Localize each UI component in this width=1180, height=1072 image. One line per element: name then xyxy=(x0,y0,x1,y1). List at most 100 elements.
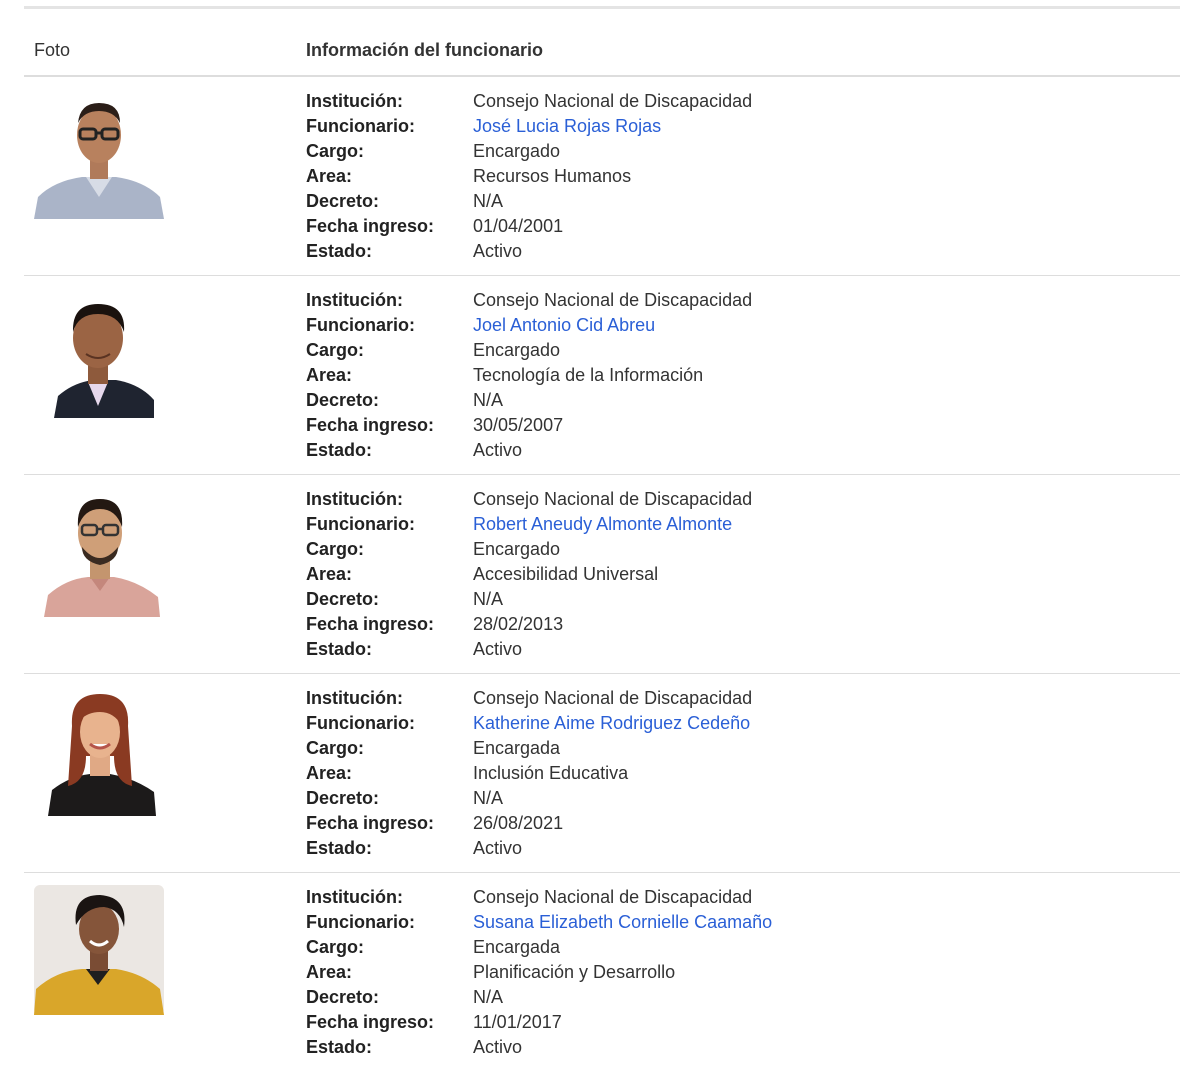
cargo-value: Encargado xyxy=(473,141,561,161)
area-label: Area: xyxy=(306,962,353,982)
staff-table-body: Institución: Consejo Nacional de Discapac… xyxy=(24,77,1180,1072)
fecha-ingreso-line: Fecha ingreso: 30/05/2007 xyxy=(306,413,752,438)
estado-label: Estado: xyxy=(306,241,373,261)
area-label: Area: xyxy=(306,763,353,783)
decreto-line: Decreto: N/A xyxy=(306,786,752,811)
staff-info: Institución: Consejo Nacional de Discapac… xyxy=(306,288,752,463)
cargo-label: Cargo: xyxy=(306,738,364,758)
estado-label: Estado: xyxy=(306,639,373,659)
institucion-line: Institución: Consejo Nacional de Discapac… xyxy=(306,686,752,711)
institucion-value: Consejo Nacional de Discapacidad xyxy=(473,887,753,907)
estado-value: Activo xyxy=(473,838,523,858)
funcionario-link[interactable]: Robert Aneudy Almonte Almonte xyxy=(473,514,732,534)
funcionario-line: Funcionario: Joel Antonio Cid Abreu xyxy=(306,313,752,338)
fecha-ingreso-label: Fecha ingreso: xyxy=(306,1012,435,1032)
table-row: Institución: Consejo Nacional de Discapac… xyxy=(24,674,1180,873)
fecha-ingreso-label: Fecha ingreso: xyxy=(306,216,435,236)
funcionario-link[interactable]: Susana Elizabeth Cornielle Caamaño xyxy=(473,912,772,932)
cargo-label: Cargo: xyxy=(306,937,364,957)
institucion-label: Institución: xyxy=(306,688,403,708)
area-line: Area: Planificación y Desarrollo xyxy=(306,960,772,985)
fecha-ingreso-label: Fecha ingreso: xyxy=(306,614,435,634)
header-info: Información del funcionario xyxy=(306,40,544,60)
staff-photo xyxy=(34,89,164,219)
area-line: Area: Tecnología de la Información xyxy=(306,363,752,388)
area-line: Area: Accesibilidad Universal xyxy=(306,562,752,587)
decreto-label: Decreto: xyxy=(306,987,380,1007)
area-label: Area: xyxy=(306,564,353,584)
decreto-value: N/A xyxy=(473,987,504,1007)
decreto-label: Decreto: xyxy=(306,589,380,609)
cargo-value: Encargada xyxy=(473,937,561,957)
cargo-line: Cargo: Encargada xyxy=(306,935,772,960)
institucion-label: Institución: xyxy=(306,290,403,310)
cargo-label: Cargo: xyxy=(306,539,364,559)
institucion-value: Consejo Nacional de Discapacidad xyxy=(473,290,753,310)
cargo-label: Cargo: xyxy=(306,141,364,161)
institucion-line: Institución: Consejo Nacional de Discapac… xyxy=(306,288,752,313)
table-row: Institución: Consejo Nacional de Discapac… xyxy=(24,276,1180,475)
staff-info: Institución: Consejo Nacional de Discapac… xyxy=(306,89,752,264)
estado-line: Estado: Activo xyxy=(306,1035,772,1060)
institucion-line: Institución: Consejo Nacional de Discapac… xyxy=(306,885,772,910)
staff-photo xyxy=(34,487,164,617)
area-line: Area: Recursos Humanos xyxy=(306,164,752,189)
institucion-label: Institución: xyxy=(306,91,403,111)
decreto-value: N/A xyxy=(473,390,504,410)
area-value: Planificación y Desarrollo xyxy=(473,962,676,982)
decreto-label: Decreto: xyxy=(306,390,380,410)
decreto-line: Decreto: N/A xyxy=(306,189,752,214)
funcionario-line: Funcionario: Katherine Aime Rodriguez Ced… xyxy=(306,711,752,736)
decreto-label: Decreto: xyxy=(306,191,380,211)
area-label: Area: xyxy=(306,166,353,186)
fecha-ingreso-value: 26/08/2021 xyxy=(473,813,564,833)
cargo-line: Cargo: Encargado xyxy=(306,139,752,164)
cargo-line: Cargo: Encargado xyxy=(306,537,752,562)
area-line: Area: Inclusión Educativa xyxy=(306,761,752,786)
funcionario-link[interactable]: José Lucia Rojas Rojas xyxy=(473,116,661,136)
funcionario-label: Funcionario: xyxy=(306,514,415,534)
staff-info: Institución: Consejo Nacional de Discapac… xyxy=(306,885,772,1060)
decreto-line: Decreto: N/A xyxy=(306,587,752,612)
table-row: Institución: Consejo Nacional de Discapac… xyxy=(24,77,1180,276)
fecha-ingreso-line: Fecha ingreso: 11/01/2017 xyxy=(306,1010,772,1035)
decreto-value: N/A xyxy=(473,191,504,211)
funcionario-link[interactable]: Joel Antonio Cid Abreu xyxy=(473,315,655,335)
area-value: Recursos Humanos xyxy=(473,166,632,186)
table-header: Foto Información del funcionario xyxy=(24,30,1180,77)
estado-label: Estado: xyxy=(306,1037,373,1057)
cargo-value: Encargado xyxy=(473,340,561,360)
estado-value: Activo xyxy=(473,440,523,460)
cargo-line: Cargo: Encargada xyxy=(306,736,752,761)
decreto-value: N/A xyxy=(473,589,504,609)
staff-photo xyxy=(34,686,164,816)
funcionario-link[interactable]: Katherine Aime Rodriguez Cedeño xyxy=(473,713,750,733)
staff-info: Institución: Consejo Nacional de Discapac… xyxy=(306,686,752,861)
area-value: Accesibilidad Universal xyxy=(473,564,659,584)
estado-line: Estado: Activo xyxy=(306,836,752,861)
estado-label: Estado: xyxy=(306,440,373,460)
funcionario-label: Funcionario: xyxy=(306,912,415,932)
estado-line: Estado: Activo xyxy=(306,239,752,264)
area-value: Inclusión Educativa xyxy=(473,763,629,783)
estado-line: Estado: Activo xyxy=(306,438,752,463)
area-label: Area: xyxy=(306,365,353,385)
fecha-ingreso-value: 28/02/2013 xyxy=(473,614,564,634)
funcionario-label: Funcionario: xyxy=(306,713,415,733)
cargo-label: Cargo: xyxy=(306,340,364,360)
estado-value: Activo xyxy=(473,639,523,659)
staff-photo xyxy=(34,288,164,418)
institucion-label: Institución: xyxy=(306,887,403,907)
area-value: Tecnología de la Información xyxy=(473,365,704,385)
fecha-ingreso-value: 11/01/2017 xyxy=(473,1012,562,1032)
institucion-value: Consejo Nacional de Discapacidad xyxy=(473,688,753,708)
estado-value: Activo xyxy=(473,1037,523,1057)
funcionario-label: Funcionario: xyxy=(306,315,415,335)
table-row: Institución: Consejo Nacional de Discapac… xyxy=(24,475,1180,674)
institucion-line: Institución: Consejo Nacional de Discapac… xyxy=(306,89,752,114)
fecha-ingreso-line: Fecha ingreso: 26/08/2021 xyxy=(306,811,752,836)
fecha-ingreso-value: 30/05/2007 xyxy=(473,415,564,435)
fecha-ingreso-line: Fecha ingreso: 01/04/2001 xyxy=(306,214,752,239)
staff-photo xyxy=(34,885,164,1015)
cargo-line: Cargo: Encargado xyxy=(306,338,752,363)
